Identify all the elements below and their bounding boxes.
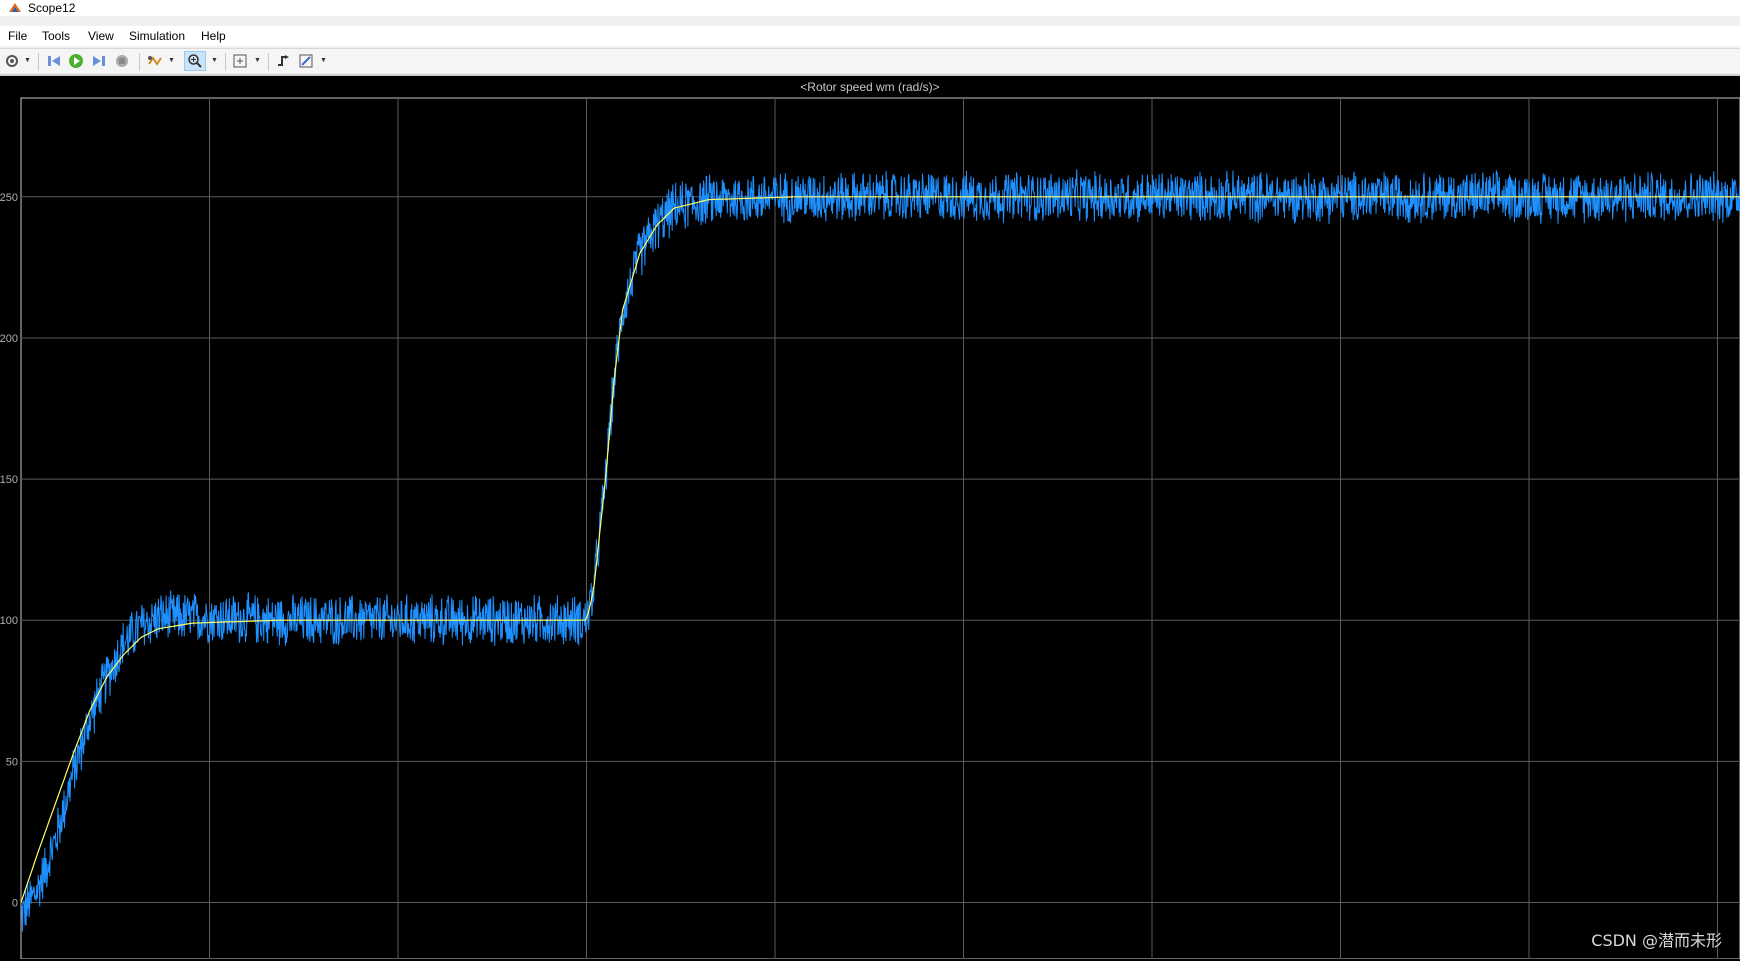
toolbar-divider xyxy=(268,53,269,71)
toolbar-divider xyxy=(139,53,140,71)
autoscale-button[interactable] xyxy=(230,51,250,71)
y-tick-label: 50 xyxy=(6,756,18,768)
y-tick-label: 250 xyxy=(0,192,18,204)
series-line-reference xyxy=(20,196,1740,903)
menu-bar: File Tools View Simulation Help xyxy=(0,26,1740,46)
stop-button[interactable] xyxy=(112,51,132,71)
menu-help[interactable]: Help xyxy=(201,29,226,43)
triggers-icon xyxy=(278,55,289,66)
series-line-measured xyxy=(20,169,1740,932)
signal-highlight-icon xyxy=(148,56,162,66)
scope-plot[interactable]: 0 50 100 150 200 250 xyxy=(0,76,1740,959)
chevron-down-icon[interactable]: ▼ xyxy=(24,57,31,64)
y-tick-label: 150 xyxy=(0,474,18,486)
stop-icon xyxy=(116,55,128,67)
chevron-down-icon[interactable]: ▼ xyxy=(211,57,218,64)
menu-tools[interactable]: Tools xyxy=(42,29,70,43)
menu-file[interactable]: File xyxy=(8,29,27,43)
autoscale-icon xyxy=(233,54,247,68)
window-title: Scope12 xyxy=(28,1,76,15)
configuration-properties-button[interactable] xyxy=(4,51,20,71)
toolbar-divider xyxy=(38,53,39,71)
matlab-icon xyxy=(9,3,21,12)
step-back-button[interactable] xyxy=(44,51,64,71)
chevron-down-icon[interactable]: ▼ xyxy=(320,57,327,64)
zoom-in-icon xyxy=(188,54,202,68)
menu-view[interactable]: View xyxy=(88,29,114,43)
step-forward-icon xyxy=(93,56,105,66)
cursor-measurements-icon xyxy=(299,54,313,68)
triggers-button[interactable] xyxy=(273,51,293,71)
y-tick-label: 0 xyxy=(12,898,18,910)
step-back-icon xyxy=(48,56,60,66)
plot-axes-box xyxy=(20,97,1740,959)
run-button[interactable] xyxy=(66,51,86,71)
chevron-down-icon[interactable]: ▼ xyxy=(254,57,261,64)
step-forward-button[interactable] xyxy=(89,51,109,71)
toolbar: ▼ ▼ ▼ ▼ ▼ xyxy=(0,49,1740,73)
menu-simulation[interactable]: Simulation xyxy=(129,29,185,43)
watermark: CSDN @潜而未形 xyxy=(1591,931,1722,950)
window-titlebar: Scope12 xyxy=(0,0,1740,16)
zoom-in-button[interactable] xyxy=(184,51,206,71)
run-icon xyxy=(69,54,83,68)
chevron-down-icon[interactable]: ▼ xyxy=(168,57,175,64)
configuration-properties-icon xyxy=(6,55,18,67)
y-tick-label: 200 xyxy=(0,333,18,345)
y-tick-label: 100 xyxy=(0,615,18,627)
cursor-measurements-button[interactable] xyxy=(296,51,316,71)
toolbar-divider xyxy=(225,53,226,71)
signal-highlight-button[interactable] xyxy=(145,51,165,71)
